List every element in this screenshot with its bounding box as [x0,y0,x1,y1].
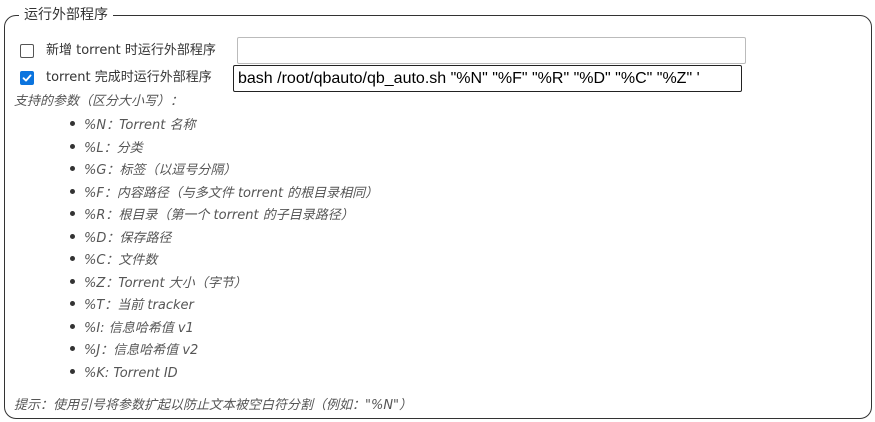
on-add-row[interactable]: 新增 torrent 时运行外部程序 [20,40,240,62]
bullet-icon [70,211,75,216]
list-item: %I: 信息哈希值 v1 [70,317,378,340]
supported-params-list: %N：Torrent 名称 %L：分类 %G：标签（以逗号分隔） %F：内容路径… [70,114,378,384]
bullet-icon [70,256,75,261]
list-item: %R：根目录（第一个 torrent 的子目录路径） [70,204,378,227]
on-finish-checkbox[interactable] [20,71,34,85]
on-finish-label[interactable]: torrent 完成时运行外部程序 [46,69,212,87]
list-item: %T：当前 tracker [70,294,378,317]
list-item: %K: Torrent ID [70,362,378,385]
bullet-icon [70,166,75,171]
list-item: %J：信息哈希值 v2 [70,339,378,362]
on-finish-command-input[interactable]: bash /root/qbauto/qb_auto.sh "%N" "%F" "… [233,65,742,92]
fieldset-legend: 运行外部程序 [19,5,113,25]
bullet-icon [70,278,75,284]
on-add-checkbox[interactable] [20,44,34,58]
hint-text: 提示：使用引号将参数扩起以防止文本被空白符分割（例如："%N"） [14,398,413,413]
on-finish-row[interactable]: torrent 完成时运行外部程序 [20,67,230,89]
bullet-icon [70,121,75,126]
list-item: %N：Torrent 名称 [70,114,378,137]
bullet-icon [70,188,75,194]
bullet-icon [70,368,75,374]
bullet-icon [70,143,75,149]
bullet-icon [70,233,75,239]
list-item: %C：文件数 [70,249,378,272]
list-item: %Z：Torrent 大小（字节） [70,272,378,295]
on-add-command-input[interactable] [237,37,746,64]
list-item: %F：内容路径（与多文件 torrent 的根目录相同） [70,182,378,205]
list-item: %D：保存路径 [70,227,378,250]
bullet-icon [70,323,75,329]
supported-params-title: 支持的参数（区分大小写）： [14,94,184,109]
checkmark-icon [22,74,32,82]
bullet-icon [70,301,75,306]
list-item: %G：标签（以逗号分隔） [70,159,378,182]
list-item: %L：分类 [70,137,378,160]
bullet-icon [70,346,75,351]
on-add-label[interactable]: 新增 torrent 时运行外部程序 [46,42,216,60]
